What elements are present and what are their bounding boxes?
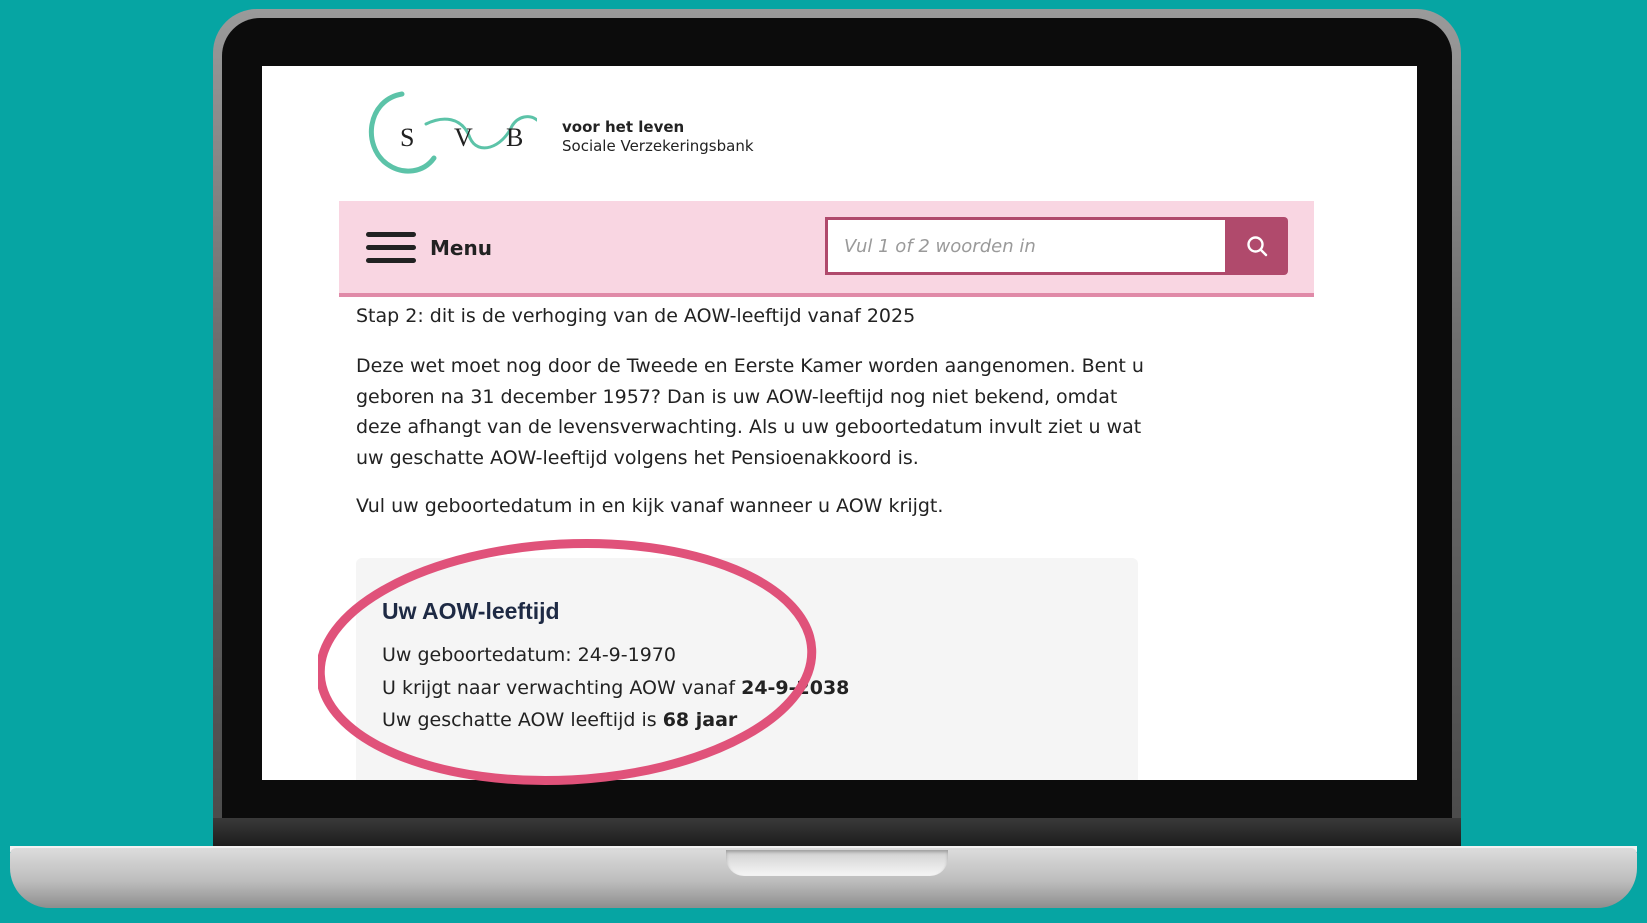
intro-paragraph: Deze wet moet nog door de Tweede en Eers… [356,355,1144,469]
aow-age-label: Uw geschatte AOW leeftijd is [382,709,663,731]
instruction-text: Vul uw geboortedatum in en kijk vanaf wa… [356,495,944,517]
header-tagline: voor het leven Sociale Verzekeringsbank [562,118,754,156]
step-heading: Stap 2: dit is de verhoging van de AOW-l… [356,305,916,327]
aow-from-value: 24-9-2038 [741,677,850,699]
laptop-hinge [213,818,1461,848]
search-input[interactable] [825,217,1225,275]
main-content: Stap 2: dit is de verhoging van de AOW-l… [356,301,1146,521]
logo-letter-s: S [400,123,414,152]
birthdate-value: 24-9-1970 [577,644,676,666]
tagline-text: voor het leven [562,118,685,136]
aow-age-value: 68 jaar [662,709,738,731]
laptop-notch [726,850,948,876]
menu-button[interactable]: Menu [366,231,492,265]
search-icon [1246,236,1267,257]
org-name: Sociale Verzekeringsbank [562,137,754,155]
nav-bar: Menu [339,201,1314,297]
logo-letter-b: B [506,123,523,152]
svb-logo[interactable]: S V B [362,86,537,176]
aow-age-line: Uw geschatte AOW leeftijd is 68 jaar [382,709,737,731]
search-button[interactable] [1225,217,1288,275]
result-title: Uw AOW-leeftijd [382,598,560,624]
aow-from-line: U krijgt naar verwachting AOW vanaf 24-9… [382,677,849,699]
hamburger-icon [366,232,416,264]
aow-from-label: U krijgt naar verwachting AOW vanaf [382,677,742,699]
result-box: Uw AOW-leeftijd Uw geboortedatum: 24-9-1… [356,558,1138,780]
browser-screen: S V B voor het leven Sociale Verzekering… [262,66,1417,780]
logo-letter-v: V [454,123,473,152]
birthdate-line: Uw geboortedatum: 24-9-1970 [382,644,676,666]
birthdate-label: Uw geboortedatum: [382,644,578,666]
menu-label: Menu [430,236,492,260]
